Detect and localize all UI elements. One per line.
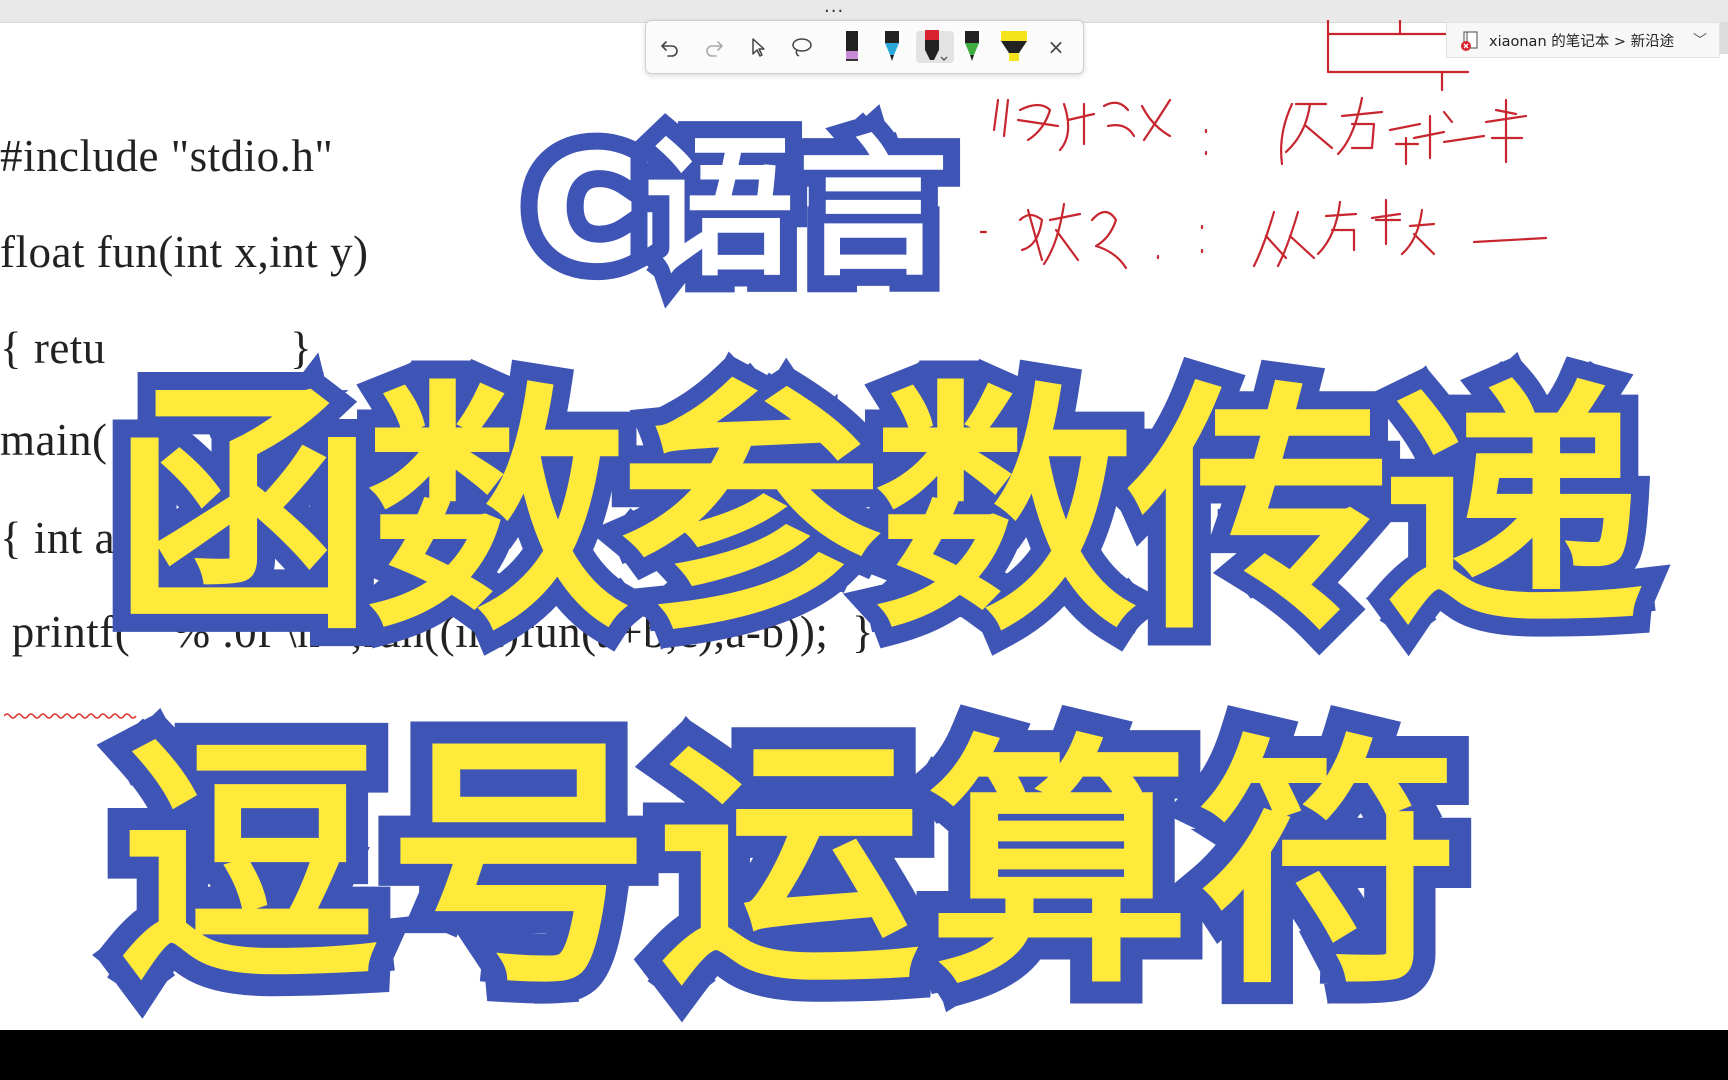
more-dots[interactable]: ... [824,0,844,17]
redo-button[interactable] [698,31,730,63]
redo-icon [706,41,724,57]
ink-toolbar: × [645,20,1084,74]
pen-blue-icon [885,31,899,61]
pen-black-icon [846,31,858,61]
main-title: 函数参数传递 [94,342,1662,683]
highlighter-yellow-button[interactable] [994,31,1034,63]
pen-red-icon [925,30,948,61]
pen-green-icon [965,31,979,61]
undo-icon [660,41,678,57]
window-edge-strip [1720,22,1728,54]
notebook-selector[interactable]: xiaonan 的笔记本 > 新沿途 ﹀ [1446,22,1720,58]
notebook-sync-error-icon [1461,31,1479,51]
bottom-black-bar [0,1030,1728,1080]
toolbar-close-button[interactable]: × [1040,31,1072,63]
lasso-tool-button[interactable] [786,31,818,63]
code-line-return: { retu [0,323,106,373]
pen-green-button[interactable] [956,31,988,63]
highlighter-yellow-icon [1001,31,1027,61]
sub-title: 逗号运算符 [96,692,1482,1041]
pen-red-button[interactable] [916,30,954,63]
select-tool-button[interactable] [742,31,774,63]
chevron-down-icon[interactable]: ﹀ [1693,30,1707,50]
pen-blue-button[interactable] [876,31,908,63]
notebook-breadcrumb: xiaonan 的笔记本 > 新沿途 [1489,33,1675,50]
undo-button[interactable] [654,31,686,63]
code-line-include: #include "stdio.h" [0,131,334,181]
pen-black-button[interactable] [836,31,868,63]
c-language-badge: C语言 [513,106,965,314]
code-line-function-signature: float fun(int x,int y) [0,227,369,277]
select-icon [752,38,765,57]
lasso-icon [792,38,812,57]
code-line-main: main( [0,415,108,465]
